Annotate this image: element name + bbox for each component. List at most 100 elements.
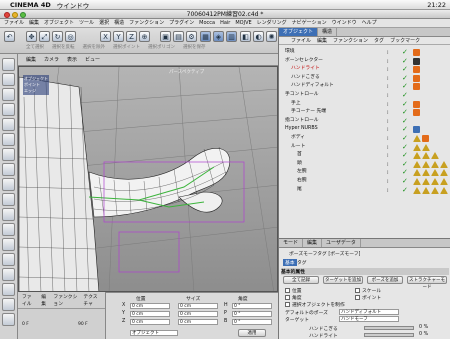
- object-row[interactable]: 指コントロール ⁞ ✓: [279, 117, 450, 126]
- visibility-dots-icon[interactable]: ⁞: [387, 187, 389, 196]
- ik-tag-icon[interactable]: [422, 152, 430, 160]
- object-row[interactable]: ハンドライト ⁞ ✓: [279, 65, 450, 74]
- object-row[interactable]: 環境 ⁞ ✓: [279, 48, 450, 57]
- save-selection-button[interactable]: 選択を保存: [183, 44, 206, 50]
- close-icon[interactable]: [4, 12, 10, 18]
- rotation-field[interactable]: 0 °: [232, 319, 272, 325]
- viewport-display-menu[interactable]: 表示: [67, 54, 77, 65]
- render-icon[interactable]: [2, 313, 15, 326]
- object-name[interactable]: 手コーナー 先端: [291, 108, 326, 117]
- tab-edit[interactable]: 編集: [303, 239, 323, 247]
- object-name[interactable]: Hyper NURBS: [285, 125, 318, 134]
- default-pose-field[interactable]: ハンドディフォルト: [339, 309, 399, 315]
- ik-tag-icon[interactable]: [431, 178, 439, 185]
- menu-item[interactable]: ウインドウ: [332, 19, 357, 27]
- ik-tag-icon[interactable]: [431, 169, 439, 177]
- nurbs-tag-icon[interactable]: [413, 126, 420, 134]
- menu-item[interactable]: 編集: [29, 19, 39, 27]
- render-settings-icon[interactable]: ⚙: [186, 31, 197, 42]
- undo-icon[interactable]: ↶: [4, 31, 15, 42]
- enabled-check-icon[interactable]: ✓: [402, 177, 408, 186]
- object-row[interactable]: 手コントロール ⁞ ✓: [279, 91, 450, 100]
- tab-mode[interactable]: モード: [279, 239, 304, 247]
- rotation-field[interactable]: 0 °: [232, 303, 272, 309]
- nurbs-icon[interactable]: ◈: [213, 31, 224, 42]
- rotation-field[interactable]: 0 °: [232, 311, 272, 317]
- menu-item[interactable]: ヘルプ: [362, 19, 377, 27]
- ik-tag-icon[interactable]: [413, 135, 421, 142]
- coordinate-system-icon[interactable]: ⊕: [139, 31, 150, 42]
- ik-tag-icon[interactable]: [440, 160, 448, 168]
- object-row[interactable]: 頭 ⁞ ✓: [279, 160, 450, 169]
- ik-tag-icon[interactable]: [440, 178, 448, 185]
- axis-mode-icon[interactable]: [2, 103, 15, 116]
- menu-item[interactable]: ナビゲーション: [292, 19, 327, 27]
- apply-button[interactable]: 適用: [238, 329, 266, 337]
- enabled-check-icon[interactable]: ✓: [402, 91, 408, 100]
- object-name[interactable]: 頭: [297, 160, 302, 169]
- snap-icon[interactable]: [2, 208, 15, 221]
- character-tag-icon[interactable]: [413, 57, 420, 65]
- viewport-view-menu[interactable]: ビュー: [85, 54, 100, 65]
- object-row[interactable]: 尾 ⁞ ✓: [279, 186, 450, 195]
- pose-tag-icon[interactable]: [413, 109, 420, 117]
- om-function-menu[interactable]: ファンクション: [333, 37, 368, 44]
- object-name[interactable]: ハンドこぎる: [291, 74, 320, 83]
- select-points-button[interactable]: 選択ポイント: [113, 44, 140, 50]
- 3d-viewport[interactable]: パースペクティブ オブジェクト ポイント エッジ: [18, 66, 278, 292]
- knife-icon[interactable]: [2, 268, 15, 281]
- array-icon[interactable]: ▥: [226, 31, 237, 42]
- enabled-check-icon[interactable]: ✓: [402, 143, 408, 152]
- light-icon[interactable]: ✺: [266, 31, 277, 42]
- option-select-object[interactable]: 選択オブジェクトを制作: [285, 301, 345, 308]
- mat-file-menu[interactable]: ファイル: [22, 293, 36, 307]
- enabled-check-icon[interactable]: ✓: [402, 125, 408, 134]
- model-mode-icon[interactable]: [2, 58, 15, 71]
- x-axis-icon[interactable]: X: [100, 31, 111, 42]
- invert-selection-button[interactable]: 選択を反転: [52, 44, 75, 50]
- rotate-icon[interactable]: ↻: [52, 31, 63, 42]
- size-field[interactable]: 0 cm: [178, 311, 218, 317]
- window-menu[interactable]: ウインドウ: [57, 0, 90, 10]
- enabled-check-icon[interactable]: ✓: [402, 74, 408, 83]
- object-name[interactable]: ハンドディフォルト: [291, 82, 334, 91]
- object-row[interactable]: 手上 ⁞ ✓: [279, 100, 450, 109]
- tab-structure[interactable]: 構造: [318, 28, 338, 36]
- menu-item[interactable]: 選択: [99, 19, 109, 27]
- mat-edit-menu[interactable]: 編集: [41, 293, 48, 307]
- enabled-check-icon[interactable]: ✓: [402, 151, 408, 160]
- object-row[interactable]: ボーンセレクター ⁞ ✓: [279, 57, 450, 66]
- ik-tag-icon[interactable]: [413, 169, 421, 177]
- record-all-button[interactable]: 全て記録: [283, 276, 319, 284]
- magnet-icon[interactable]: [2, 253, 15, 266]
- object-name[interactable]: ハンドライト: [291, 65, 320, 74]
- object-mode-icon[interactable]: [2, 73, 15, 86]
- add-pose-button[interactable]: ポーズを追加: [367, 276, 403, 284]
- object-row[interactable]: ボディ ⁞ ✓: [279, 134, 450, 143]
- om-edit-menu[interactable]: 編集: [317, 37, 327, 44]
- ik-tag-icon[interactable]: [413, 143, 421, 151]
- scene-icon[interactable]: ◐: [253, 31, 264, 42]
- mat-function-menu[interactable]: ファンクション: [53, 293, 78, 307]
- paint-icon[interactable]: [2, 238, 15, 251]
- ik-tag-icon[interactable]: [431, 186, 439, 194]
- deselect-button[interactable]: 選択を除外: [83, 44, 106, 50]
- om-file-menu[interactable]: ファイル: [291, 37, 311, 44]
- deformer-icon[interactable]: ◧: [240, 31, 251, 42]
- object-row[interactable]: 首 ⁞ ✓: [279, 151, 450, 160]
- size-field[interactable]: 0 cm: [178, 319, 218, 325]
- point-mode-icon[interactable]: [2, 118, 15, 131]
- option-scale[interactable]: スケール: [355, 287, 381, 294]
- ik-tag-icon[interactable]: [431, 152, 439, 160]
- ik-tag-icon[interactable]: [413, 186, 421, 194]
- menu-item[interactable]: Hair: [220, 19, 230, 27]
- menu-item[interactable]: ツール: [79, 19, 94, 27]
- size-field[interactable]: 0 cm: [178, 303, 218, 309]
- menu-item[interactable]: 構造: [114, 19, 124, 27]
- tweak-mode-icon[interactable]: [2, 193, 15, 206]
- enabled-check-icon[interactable]: ✓: [402, 134, 408, 143]
- enabled-check-icon[interactable]: ✓: [402, 186, 408, 195]
- morph-slider[interactable]: [364, 326, 414, 330]
- position-field[interactable]: 0 cm: [130, 311, 170, 317]
- checker-icon[interactable]: [2, 178, 15, 191]
